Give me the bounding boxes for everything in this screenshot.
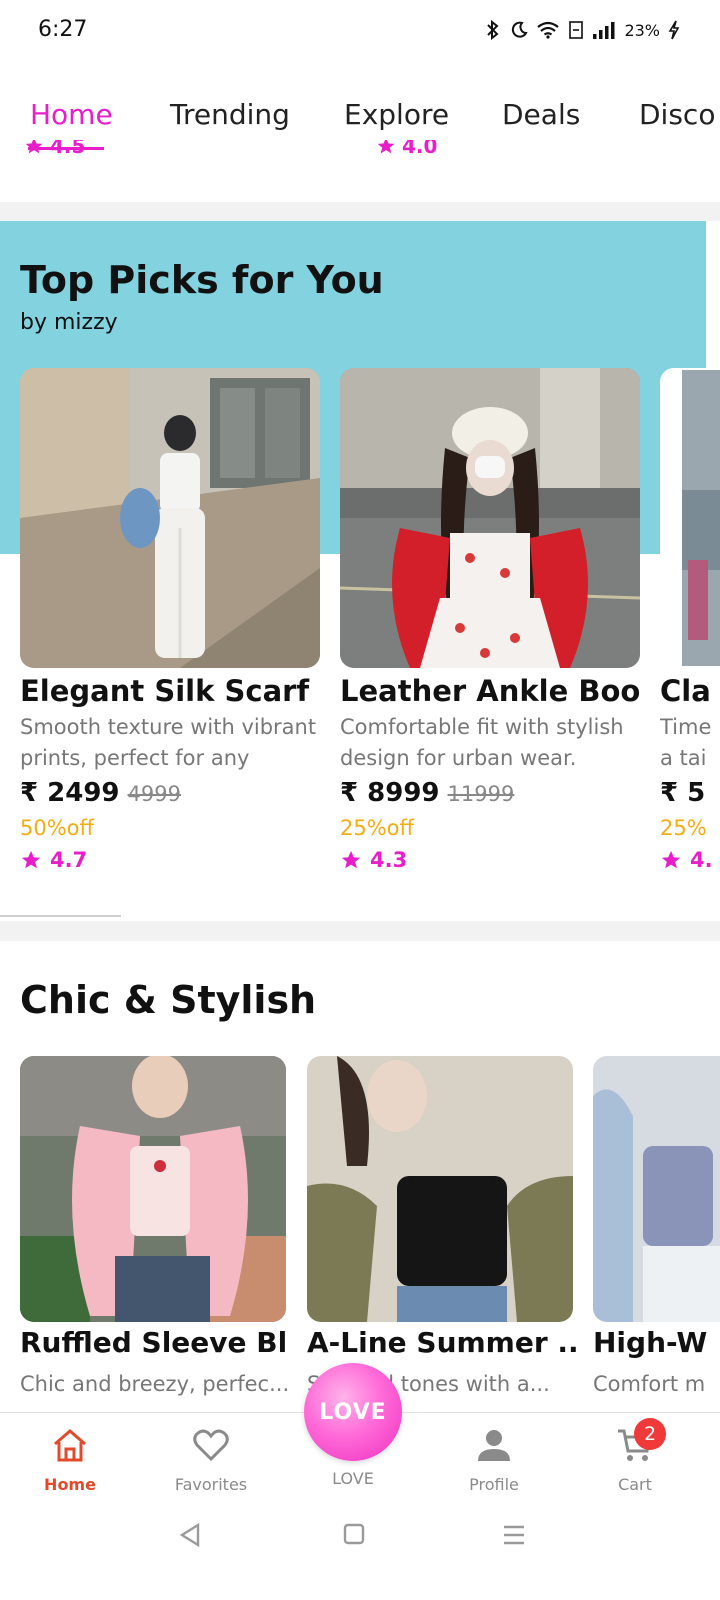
- peek-rating-value: 4.0: [402, 140, 438, 158]
- nav-home-label: Home: [44, 1475, 96, 1494]
- charging-icon: [668, 20, 680, 40]
- product-description: Smooth texture with vibrant prints, perf…: [20, 715, 317, 770]
- section-divider: [0, 202, 720, 221]
- top-picks-title: Top Picks for You: [20, 258, 384, 302]
- product-card[interactable]: Ruffled Sleeve Bl... Chic and breezy, pe…: [20, 1056, 290, 1416]
- product-description: Comfortable fit with stylish design for …: [340, 715, 624, 770]
- home-square-icon[interactable]: [343, 1523, 365, 1545]
- product-image[interactable]: [20, 368, 320, 668]
- rating-value: 4.: [690, 848, 713, 872]
- product-name[interactable]: High-W: [593, 1326, 720, 1359]
- back-icon[interactable]: [176, 1522, 204, 1548]
- love-button[interactable]: LOVE: [304, 1363, 402, 1461]
- profile-icon: [478, 1430, 510, 1461]
- recents-menu-icon[interactable]: [502, 1524, 526, 1546]
- product-description: Comfort m: [593, 1372, 706, 1396]
- product-image[interactable]: [307, 1056, 573, 1322]
- carousel-scroll-indicator: [0, 915, 121, 917]
- cart-count-badge: 2: [634, 1418, 666, 1450]
- rating-value: 4.3: [370, 848, 408, 872]
- nav-love[interactable]: LOVE: [298, 1469, 408, 1488]
- product-discount: 25%: [660, 816, 707, 840]
- tab-home[interactable]: Home: [30, 98, 113, 131]
- tab-explore[interactable]: Explore: [344, 98, 449, 131]
- product-card[interactable]: Elegant Silk Scarf Smooth texture with v…: [20, 368, 320, 878]
- product-old-price: 11999: [447, 782, 515, 806]
- product-name[interactable]: Leather Ankle Boots: [340, 674, 640, 708]
- product-price: ₹ 2499: [20, 778, 120, 808]
- tab-trending[interactable]: Trending: [170, 98, 290, 131]
- product-name[interactable]: Ruffled Sleeve Bl...: [20, 1326, 290, 1359]
- product-description: Time a tai: [660, 715, 712, 770]
- battery-text: 23%: [624, 20, 660, 40]
- moon-icon: [512, 21, 529, 38]
- volte-icon: [569, 21, 584, 39]
- product-discount: 25%off: [340, 816, 414, 840]
- star-icon: [661, 850, 681, 869]
- nav-profile[interactable]: Profile: [439, 1425, 549, 1494]
- top-tab-bar: Home Trending Explore Deals Disco: [0, 95, 720, 145]
- product-image[interactable]: [340, 368, 640, 668]
- tab-discover[interactable]: Disco: [639, 98, 715, 131]
- top-picks-subtitle: by mizzy: [20, 310, 118, 335]
- wifi-icon: [537, 21, 560, 39]
- product-price: ₹ 8999: [340, 778, 440, 808]
- product-image[interactable]: [593, 1056, 720, 1322]
- nav-home[interactable]: Home: [15, 1425, 125, 1494]
- product-price: ₹ 5: [660, 778, 706, 808]
- product-card[interactable]: A-Line Summer ... S tel tones with a...: [307, 1056, 577, 1416]
- status-bar: 6:27 23%: [0, 0, 720, 62]
- nav-cart-label: Cart: [618, 1475, 652, 1494]
- price-row: ₹ 8999 11999: [340, 778, 514, 808]
- product-rating: 4.: [660, 848, 713, 872]
- section-divider: [0, 921, 720, 941]
- product-discount: 50%off: [20, 816, 94, 840]
- product-image[interactable]: [660, 368, 720, 668]
- status-time: 6:27: [38, 17, 88, 42]
- star-icon: [341, 850, 361, 869]
- peek-rating-1: 4.5: [24, 140, 85, 162]
- product-description: Chic and breezy, perfec...: [20, 1372, 290, 1396]
- product-name[interactable]: Cla: [660, 674, 720, 708]
- product-rating: 4.3: [340, 848, 407, 872]
- active-tab-indicator: [28, 147, 104, 150]
- product-image[interactable]: [20, 1056, 286, 1322]
- nav-love-label: LOVE: [332, 1469, 374, 1488]
- signal-icon: [593, 22, 615, 39]
- price-row: ₹ 5: [660, 778, 705, 808]
- home-icon: [54, 1429, 86, 1462]
- product-old-price: 4999: [127, 782, 181, 806]
- chic-section-title: Chic & Stylish: [20, 978, 317, 1022]
- tab-deals[interactable]: Deals: [502, 98, 580, 131]
- star-icon: [377, 140, 395, 154]
- status-icons: 23%: [484, 20, 680, 40]
- system-navigation-bar: [0, 1522, 720, 1600]
- heart-icon: [193, 1429, 229, 1462]
- nav-favorites[interactable]: Favorites: [156, 1425, 266, 1494]
- product-name[interactable]: Elegant Silk Scarf: [20, 674, 320, 708]
- product-card[interactable]: Leather Ankle Boots Comfortable fit with…: [340, 368, 640, 878]
- product-card[interactable]: Cla Time a tai ₹ 5 25% 4.: [660, 368, 720, 878]
- app-screen: 6:27 23% Home Trending Explore Deals Dis…: [0, 0, 720, 1600]
- nav-profile-label: Profile: [469, 1475, 519, 1494]
- bluetooth-icon: [487, 20, 499, 40]
- product-name[interactable]: A-Line Summer ...: [307, 1326, 577, 1359]
- star-icon: [21, 850, 41, 869]
- peek-rating-2: 4.0: [376, 140, 437, 162]
- product-rating: 4.7: [20, 848, 87, 872]
- price-row: ₹ 2499 4999: [20, 778, 181, 808]
- rating-value: 4.7: [50, 848, 88, 872]
- nav-favorites-label: Favorites: [174, 1475, 248, 1494]
- love-button-label: LOVE: [319, 1399, 387, 1425]
- product-card[interactable]: High-W Comfort m: [593, 1056, 720, 1416]
